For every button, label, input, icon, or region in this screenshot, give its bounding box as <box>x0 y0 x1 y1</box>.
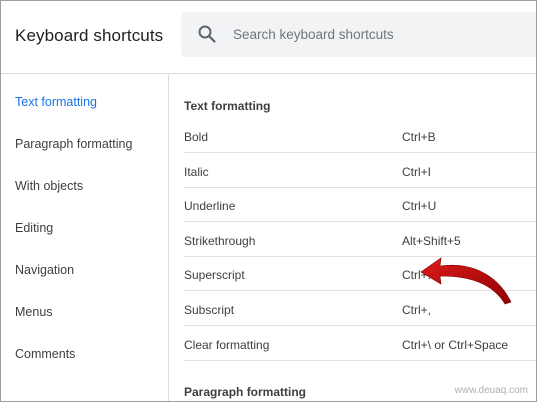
search-icon[interactable] <box>197 24 217 44</box>
red-arrow-annotation <box>420 257 512 305</box>
row-divider <box>184 221 536 222</box>
shortcuts-list: Text formatting Bold Ctrl+B Italic Ctrl+… <box>169 75 536 401</box>
shortcut-keys: Ctrl+B <box>402 130 436 144</box>
shortcut-name: Superscript <box>184 268 245 282</box>
shortcut-name: Clear formatting <box>184 338 270 352</box>
keyboard-shortcuts-window: Keyboard shortcuts Text formatting Parag… <box>0 0 537 402</box>
shortcut-row-underline: Underline Ctrl+U <box>169 188 536 222</box>
shortcut-row-clear-formatting: Clear formatting Ctrl+\ or Ctrl+Space <box>169 327 536 361</box>
shortcut-name: Bold <box>184 130 209 144</box>
shortcut-row-strikethrough: Strikethrough Alt+Shift+5 <box>169 223 536 257</box>
sidebar-item-navigation[interactable]: Navigation <box>15 263 74 277</box>
shortcut-name: Strikethrough <box>184 234 256 248</box>
shortcut-name: Italic <box>184 165 209 179</box>
sidebar-item-menus[interactable]: Menus <box>15 305 53 319</box>
shortcut-keys: Ctrl+U <box>402 199 437 213</box>
shortcut-row-italic: Italic Ctrl+I <box>169 154 536 188</box>
watermark: www.deuaq.com <box>454 385 528 396</box>
page-title: Keyboard shortcuts <box>15 26 164 45</box>
row-divider <box>184 325 536 326</box>
search-input[interactable] <box>233 12 523 57</box>
sidebar-item-paragraph-formatting[interactable]: Paragraph formatting <box>15 137 132 151</box>
section-title-paragraph-formatting: Paragraph formatting <box>184 385 307 399</box>
sidebar-item-comments[interactable]: Comments <box>15 347 75 361</box>
shortcut-keys: Ctrl+\ or Ctrl+Space <box>402 338 509 352</box>
shortcut-row-bold: Bold Ctrl+B <box>169 119 536 153</box>
header: Keyboard shortcuts <box>1 1 536 74</box>
search-box[interactable] <box>181 12 536 57</box>
sidebar-item-editing[interactable]: Editing <box>15 221 53 235</box>
shortcut-name: Underline <box>184 199 236 213</box>
shortcut-keys: Ctrl+I <box>402 165 432 179</box>
sidebar-item-text-formatting[interactable]: Text formatting <box>15 95 97 109</box>
shortcut-name: Subscript <box>184 303 235 317</box>
row-divider <box>184 360 536 361</box>
sidebar: Text formatting Paragraph formatting Wit… <box>1 75 169 401</box>
row-divider <box>184 152 536 153</box>
section-title-text-formatting: Text formatting <box>184 99 271 113</box>
sidebar-item-with-objects[interactable]: With objects <box>15 179 83 193</box>
shortcut-keys: Alt+Shift+5 <box>402 234 461 248</box>
